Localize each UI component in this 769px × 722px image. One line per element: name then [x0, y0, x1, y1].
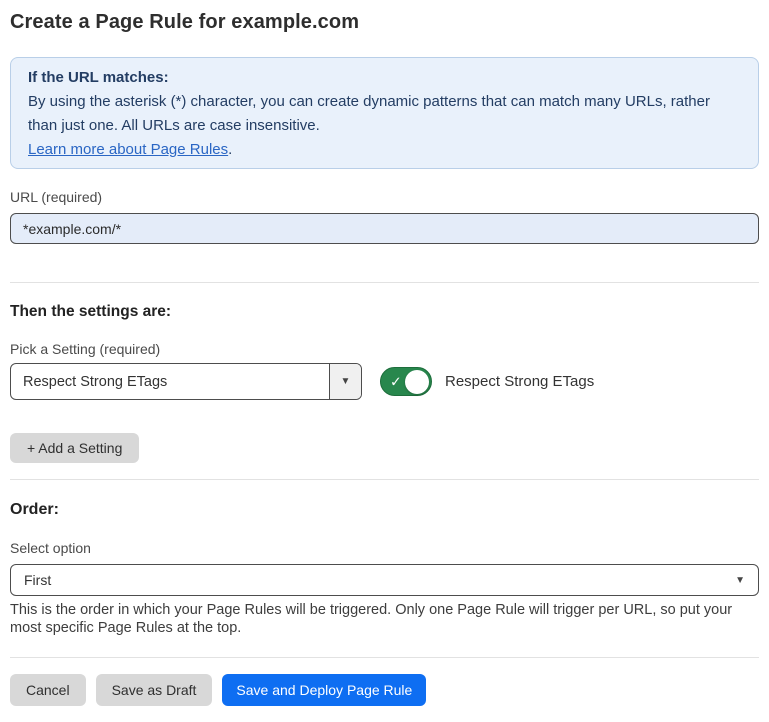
save-and-deploy-button[interactable]: Save and Deploy Page Rule	[222, 674, 426, 706]
page-rule-form: Create a Page Rule for example.com If th…	[0, 0, 769, 722]
divider	[10, 479, 759, 480]
setting-select[interactable]: Respect Strong ETags ▼	[10, 363, 362, 400]
toggle-label: Respect Strong ETags	[445, 373, 594, 390]
setting-row: Respect Strong ETags ▼ ✓ Respect Strong …	[10, 363, 759, 400]
pick-setting-label: Pick a Setting (required)	[10, 341, 759, 358]
settings-section-heading: Then the settings are:	[10, 303, 759, 321]
order-select-label: Select option	[10, 540, 759, 557]
page-title: Create a Page Rule for example.com	[10, 9, 759, 36]
setting-select-value: Respect Strong ETags	[11, 364, 329, 399]
cancel-button[interactable]: Cancel	[10, 674, 86, 706]
info-box-link-line: Learn more about Page Rules.	[28, 138, 741, 162]
order-help-text: This is the order in which your Page Rul…	[10, 601, 750, 637]
order-section-heading: Order:	[10, 500, 759, 520]
divider	[10, 657, 759, 658]
add-setting-button[interactable]: + Add a Setting	[10, 433, 139, 463]
divider	[10, 282, 759, 283]
check-icon: ✓	[390, 374, 402, 388]
order-select-value: First	[24, 572, 51, 588]
etags-toggle[interactable]: ✓	[380, 367, 432, 396]
dropdown-arrow-icon[interactable]: ▼	[329, 364, 361, 399]
url-input[interactable]	[10, 213, 759, 244]
save-as-draft-button[interactable]: Save as Draft	[96, 674, 213, 706]
url-match-info-box: If the URL matches: By using the asteris…	[10, 57, 759, 169]
footer-buttons: Cancel Save as Draft Save and Deploy Pag…	[10, 674, 759, 706]
toggle-knob	[405, 370, 429, 394]
chevron-down-icon: ▼	[735, 575, 745, 586]
info-box-body: By using the asterisk (*) character, you…	[28, 90, 741, 138]
url-field-label: URL (required)	[10, 189, 759, 206]
learn-more-link[interactable]: Learn more about Page Rules	[28, 141, 228, 158]
order-select[interactable]: First ▼	[10, 564, 759, 596]
info-box-heading: If the URL matches:	[28, 66, 741, 90]
link-suffix: .	[228, 141, 232, 158]
